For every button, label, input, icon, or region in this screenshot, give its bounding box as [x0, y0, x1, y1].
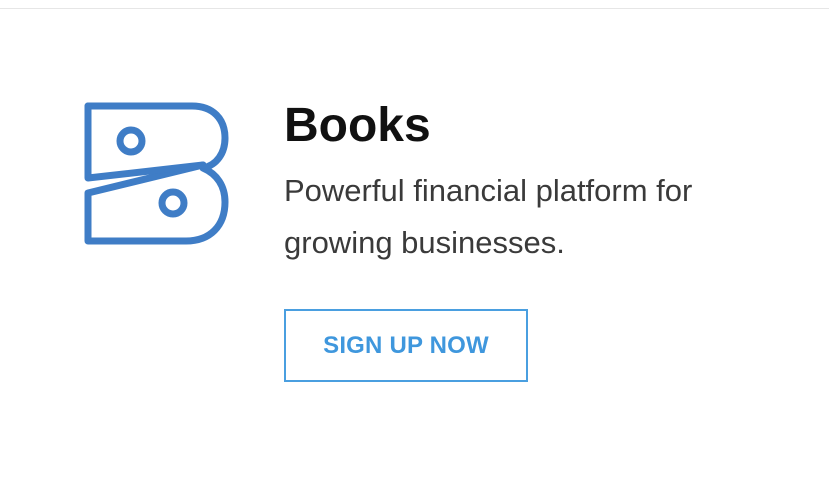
product-tagline: Powerful financial platform for growing … [284, 173, 693, 260]
product-title: Books [284, 99, 431, 152]
top-divider [0, 0, 829, 9]
sign-up-now-button[interactable]: SIGN UP NOW [284, 309, 528, 382]
books-logo-icon [80, 98, 230, 248]
